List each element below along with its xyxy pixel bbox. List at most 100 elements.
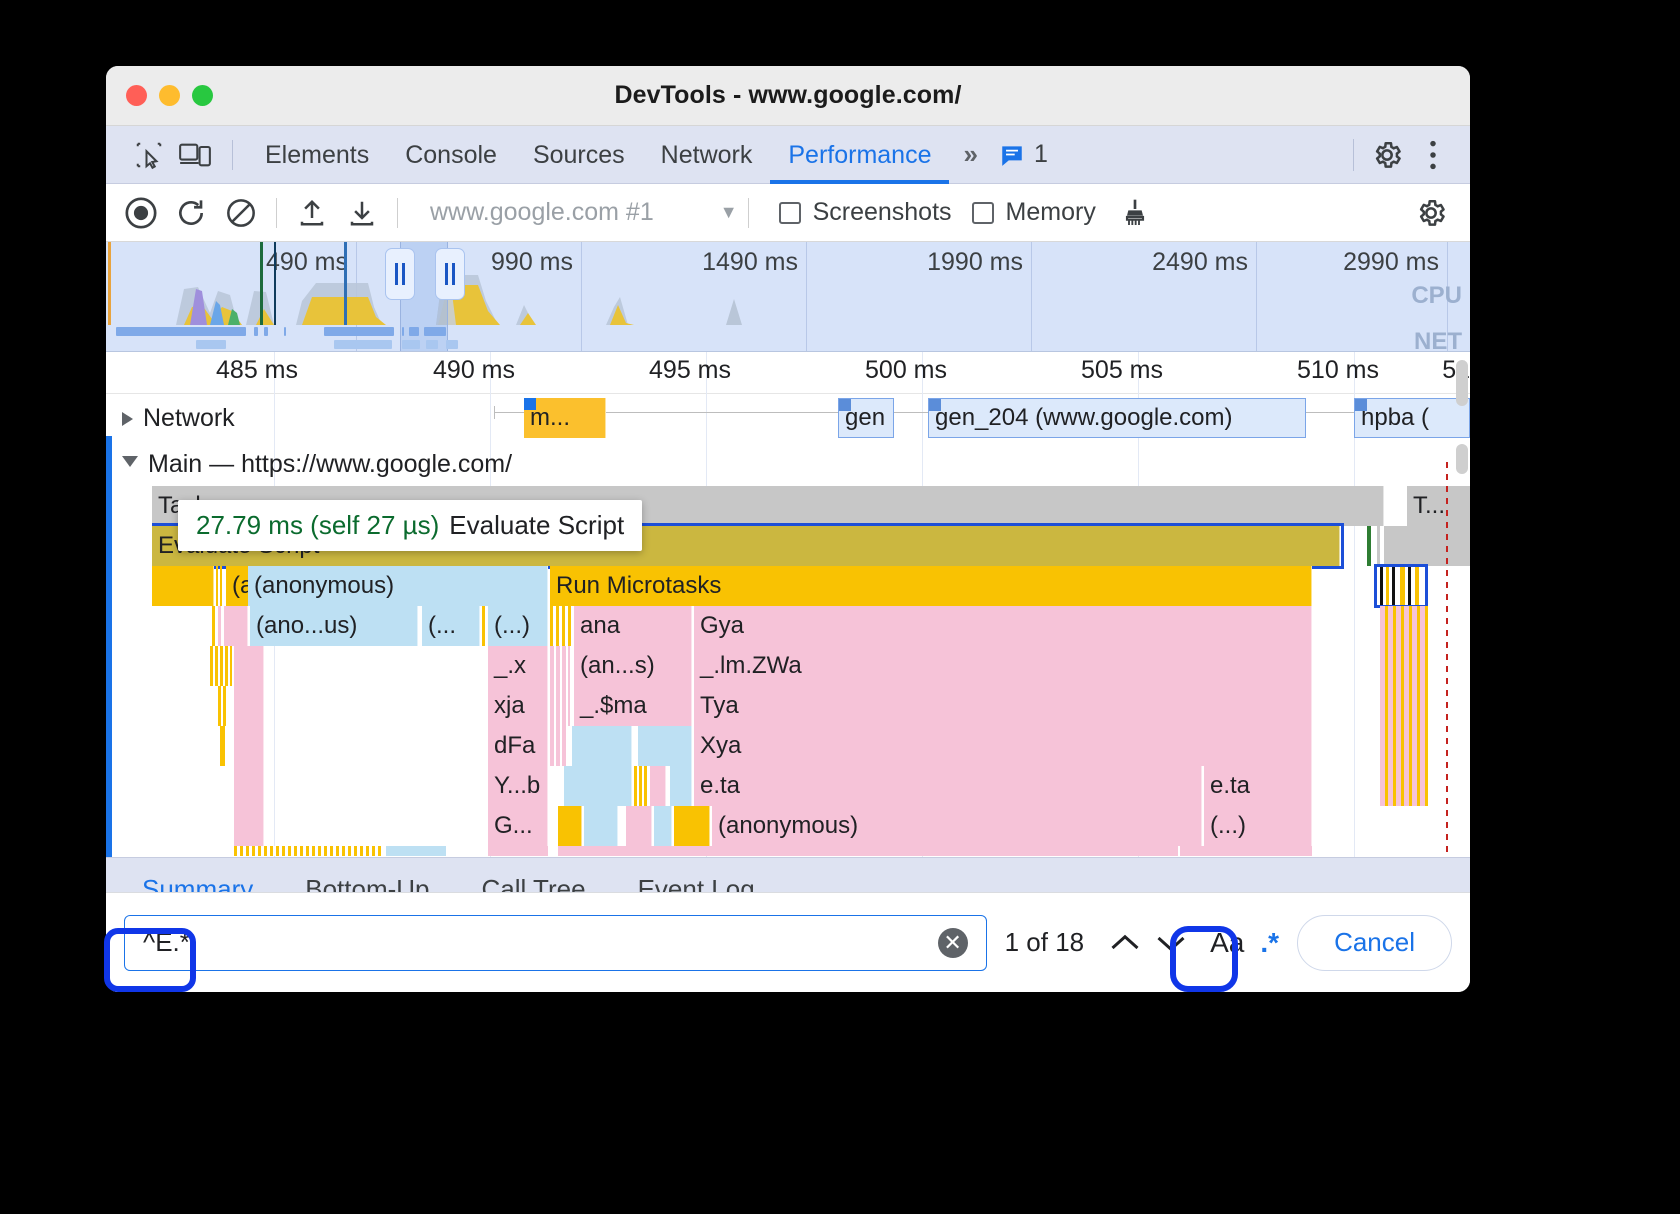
- flame-bar[interactable]: [152, 566, 214, 606]
- flame-bar[interactable]: _.x: [488, 646, 548, 686]
- network-event[interactable]: m...: [524, 398, 606, 438]
- flame-bar[interactable]: [234, 686, 264, 726]
- network-track-header[interactable]: Network: [122, 404, 235, 433]
- flame-bar[interactable]: Tya: [694, 686, 1312, 726]
- download-profile-icon[interactable]: [337, 192, 387, 234]
- flame-bar[interactable]: e.ta: [1204, 766, 1312, 806]
- event-tooltip: 27.79 ms (self 27 µs)Evaluate Script: [178, 500, 642, 551]
- flame-bar[interactable]: [558, 806, 582, 846]
- flame-bar[interactable]: [670, 766, 692, 806]
- flame-row[interactable]: G... (anonymous) (...): [152, 806, 1470, 846]
- flame-bar[interactable]: [224, 606, 248, 646]
- upload-profile-icon[interactable]: [287, 192, 337, 234]
- flame-bar[interactable]: (...): [488, 606, 548, 646]
- tab-performance[interactable]: Performance: [770, 126, 949, 184]
- flame-bar[interactable]: [654, 806, 672, 846]
- time-marker: [1446, 462, 1448, 857]
- tab-elements[interactable]: Elements: [247, 126, 387, 184]
- network-event[interactable]: gen: [838, 398, 894, 438]
- screenshots-checkbox[interactable]: Screenshots: [779, 198, 952, 227]
- flame-bar[interactable]: xja: [488, 686, 548, 726]
- use-regex-button[interactable]: .*: [1260, 927, 1279, 959]
- screenshots-label: Screenshots: [813, 198, 952, 227]
- memory-checkbox[interactable]: Memory: [972, 198, 1096, 227]
- tab-network[interactable]: Network: [643, 126, 771, 184]
- more-tabs-icon[interactable]: »: [949, 139, 987, 170]
- flame-row[interactable]: (ano...us) (... (...) ana Gya: [152, 606, 1470, 646]
- flame-bar[interactable]: [234, 726, 264, 766]
- flame-chart-region[interactable]: 485 ms 490 ms 495 ms 500 ms 505 ms 510 m…: [106, 352, 1470, 857]
- cancel-button[interactable]: Cancel: [1297, 915, 1452, 971]
- device-toolbar-icon[interactable]: [172, 135, 218, 175]
- chevron-down-icon[interactable]: ▼: [720, 202, 738, 223]
- vertical-scrollbar-thumb-2[interactable]: [1456, 444, 1468, 474]
- toolbar-divider: [748, 198, 749, 228]
- search-input[interactable]: ^E.* ✕: [124, 915, 987, 971]
- flame-bar[interactable]: [584, 806, 618, 846]
- overview-selection-handle-right[interactable]: [435, 248, 465, 300]
- main-track[interactable]: Main — https://www.google.com/: [106, 442, 1470, 486]
- flame-row[interactable]: _.x (an...s) _.lm.ZWa: [152, 646, 1470, 686]
- capture-settings-gear-icon[interactable]: [1406, 192, 1456, 234]
- flame-bar[interactable]: (ano...us): [250, 606, 418, 646]
- clear-icon[interactable]: [216, 192, 266, 234]
- match-case-button[interactable]: Aa: [1210, 927, 1244, 959]
- inspect-element-icon[interactable]: [126, 135, 172, 175]
- flame-bar[interactable]: (...): [1204, 806, 1312, 846]
- memory-checkbox-box[interactable]: [972, 202, 994, 224]
- chevron-right-icon[interactable]: [122, 412, 133, 426]
- flame-bar[interactable]: Gya: [694, 606, 1312, 646]
- tooltip-event-name: Evaluate Script: [449, 510, 624, 540]
- flame-row[interactable]: (anonymous) (anonymous) Run Microtasks: [152, 566, 1470, 606]
- chevron-down-icon[interactable]: [1148, 920, 1194, 966]
- flame-row[interactable]: xja _.$ma Tya: [152, 686, 1470, 726]
- flame-bar[interactable]: (an...s): [574, 646, 692, 686]
- network-track[interactable]: Network m... gen gen_204 (www.google.com…: [106, 394, 1470, 442]
- flame-bar[interactable]: (anonymous): [712, 806, 1202, 846]
- flame-bar[interactable]: [572, 726, 632, 766]
- flame-bar[interactable]: T...: [1407, 486, 1470, 526]
- flame-bar[interactable]: _.$ma: [574, 686, 692, 726]
- flame-row[interactable]: Y...b e.ta e.ta: [152, 766, 1470, 806]
- tab-sources[interactable]: Sources: [515, 126, 643, 184]
- flame-bar[interactable]: _.lm.ZWa: [694, 646, 1312, 686]
- flame-bar[interactable]: e.ta: [694, 766, 1202, 806]
- overview-selection-handle-left[interactable]: [385, 248, 415, 300]
- flame-bar[interactable]: [638, 726, 692, 766]
- flame-bar-label[interactable]: (anonymous): [248, 566, 548, 606]
- flame-bar[interactable]: [234, 646, 264, 686]
- timeline-overview[interactable]: 490 ms 990 ms 1490 ms 1990 ms 2490 ms 29…: [106, 242, 1470, 352]
- collect-garbage-icon[interactable]: [1110, 192, 1160, 234]
- flame-bar[interactable]: (...: [422, 606, 480, 646]
- clear-search-icon[interactable]: ✕: [938, 928, 968, 958]
- flame-bar[interactable]: G...: [488, 806, 548, 846]
- screenshots-checkbox-box[interactable]: [779, 202, 801, 224]
- network-event[interactable]: gen_204 (www.google.com): [928, 398, 1306, 438]
- network-event[interactable]: hpba (: [1354, 398, 1470, 438]
- main-track-header[interactable]: Main — https://www.google.com/: [122, 450, 512, 479]
- gear-icon[interactable]: [1364, 135, 1410, 175]
- flame-bar[interactable]: [234, 766, 264, 806]
- flame-row[interactable]: dFa Xya: [152, 726, 1470, 766]
- flame-bar[interactable]: [234, 806, 264, 846]
- kebab-menu-icon[interactable]: [1410, 135, 1456, 175]
- profile-selector[interactable]: www.google.com #1: [430, 198, 654, 227]
- flame-bar[interactable]: ana: [574, 606, 692, 646]
- issues-indicator[interactable]: 1: [988, 140, 1058, 169]
- ruler-tick-2: 495 ms: [649, 356, 739, 385]
- tab-console[interactable]: Console: [387, 126, 515, 184]
- flame-bar[interactable]: Run Microtasks: [550, 566, 1312, 606]
- vertical-scrollbar-thumb[interactable]: [1456, 360, 1468, 406]
- flame-bar[interactable]: [626, 806, 652, 846]
- flame-bar[interactable]: [650, 766, 666, 806]
- record-icon[interactable]: [116, 192, 166, 234]
- flame-bar[interactable]: Y...b: [488, 766, 548, 806]
- flame-bar[interactable]: Xya: [694, 726, 1312, 766]
- reload-and-record-icon[interactable]: [166, 192, 216, 234]
- flame-bar[interactable]: dFa: [488, 726, 548, 766]
- flame-bar[interactable]: [564, 766, 632, 806]
- chevron-up-icon[interactable]: [1102, 920, 1148, 966]
- chevron-down-icon[interactable]: [122, 456, 138, 474]
- flame-bar[interactable]: [674, 806, 710, 846]
- flame-row[interactable]: [152, 846, 1470, 856]
